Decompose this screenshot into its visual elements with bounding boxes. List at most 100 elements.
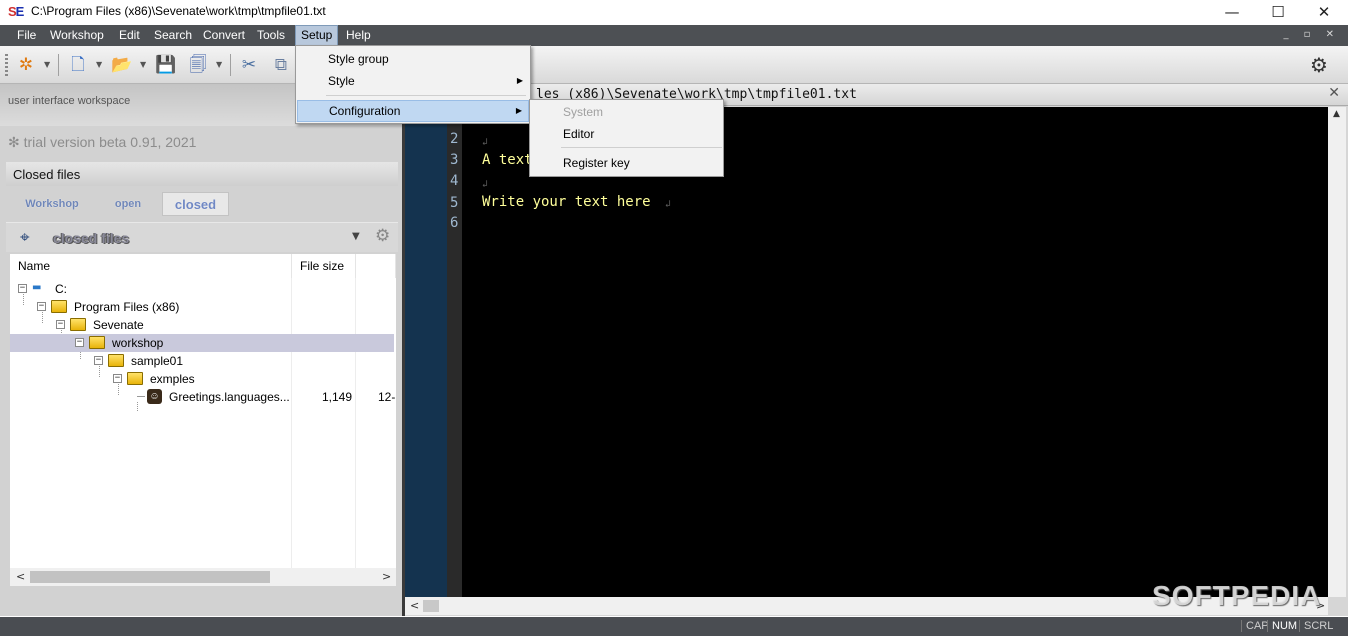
settings-gear-icon[interactable]: ⚙ — [1308, 54, 1330, 76]
tree-item-label: workshop — [112, 336, 164, 350]
open-folder-icon[interactable]: 📂 — [111, 54, 133, 76]
menu-item-style-group[interactable]: Style group — [297, 48, 529, 70]
closed-files-title: Closed files — [13, 167, 81, 182]
line-number: 2 — [450, 131, 459, 147]
file-tree: Name File size − ▬ C: − Program Files (x… — [10, 254, 396, 568]
tree-item-label: Program Files (x86) — [74, 300, 180, 314]
tree-item-label: Greetings.languages... — [169, 390, 290, 404]
menu-separator — [561, 147, 722, 148]
panel-dropdown-icon[interactable]: ▼ — [352, 231, 360, 242]
menu-item-style[interactable]: Style ▶ — [297, 70, 529, 92]
status-scrl: SCRL — [1299, 620, 1337, 632]
menu-tools[interactable]: Tools — [252, 25, 290, 46]
scroll-left-icon[interactable]: < — [16, 570, 25, 583]
menu-workshop[interactable]: Workshop — [45, 25, 109, 46]
tree-row-folder[interactable]: − Program Files (x86) — [10, 298, 394, 316]
menu-item-system: System — [563, 105, 604, 119]
panel-settings-icon[interactable]: ⚙ — [375, 226, 390, 246]
tree-row-folder[interactable]: − Sevenate — [10, 316, 394, 334]
toolbar-separator — [58, 54, 59, 76]
cut-icon[interactable]: ✂ — [238, 54, 260, 76]
folder-icon — [70, 318, 86, 331]
tree-row-folder[interactable]: − exmples — [10, 370, 394, 388]
tab-open[interactable]: open — [96, 192, 160, 216]
line-number: 4 — [450, 173, 459, 189]
status-num: NUM — [1267, 620, 1301, 632]
trial-version-text: ✻ trial version beta 0.91, 2021 — [8, 134, 197, 150]
drive-icon: ▬ — [32, 282, 42, 293]
editor-close-icon[interactable]: ✕ — [1328, 85, 1340, 101]
collapse-icon[interactable]: − — [37, 302, 46, 311]
scroll-thumb[interactable] — [30, 571, 270, 583]
tree-row-file[interactable]: ☺ Greetings.languages... 1,149 12- — [10, 388, 395, 406]
save-dropdown-icon[interactable]: ▼ — [216, 60, 224, 69]
scroll-right-icon[interactable]: > — [382, 570, 391, 583]
menu-setup[interactable]: Setup — [295, 25, 339, 46]
toolbar-grip[interactable] — [5, 54, 8, 76]
tree-item-label: Sevenate — [93, 318, 144, 332]
text-editor[interactable] — [462, 107, 1328, 597]
menu-item-register-key[interactable]: Register key — [531, 152, 722, 174]
save-all-icon[interactable]: 🗐 — [187, 54, 209, 76]
menu-help[interactable]: Help — [341, 25, 376, 46]
tree-item-label: sample01 — [131, 354, 184, 368]
open-dropdown-icon[interactable]: ▼ — [140, 60, 148, 69]
tree-horizontal-scrollbar[interactable]: < > — [10, 568, 396, 586]
workshop-dropdown-icon[interactable]: ▼ — [44, 60, 52, 69]
mdi-window-controls[interactable]: _ ▫ ✕ — [1283, 29, 1340, 40]
menu-search[interactable]: Search — [149, 25, 197, 46]
column-header-extra[interactable] — [356, 254, 396, 278]
tree-row-folder-selected[interactable]: − workshop — [10, 334, 394, 352]
collapse-icon[interactable]: − — [75, 338, 84, 347]
tree-row-folder[interactable]: − sample01 — [10, 352, 394, 370]
tab-workshop[interactable]: Workshop — [18, 192, 86, 216]
code-line: Write your text here — [482, 194, 651, 210]
minimize-button[interactable]: — — [1209, 0, 1255, 25]
scroll-up-icon[interactable]: ▲ — [1333, 109, 1340, 119]
line-number: 5 — [450, 195, 459, 211]
editor-vertical-scrollbar[interactable]: ▲ — [1328, 107, 1346, 597]
tree-item-label: exmples — [150, 372, 195, 386]
new-file-icon[interactable]: 🗋 — [67, 54, 89, 76]
left-panel: user interface workspace ✻ trial version… — [0, 84, 402, 616]
save-icon[interactable]: 💾 — [155, 54, 177, 76]
scroll-left-icon[interactable]: < — [410, 599, 419, 612]
eol-marker: ↲ — [665, 199, 672, 210]
tab-closed[interactable]: closed — [162, 192, 229, 216]
scroll-thumb[interactable] — [423, 600, 439, 612]
menu-convert[interactable]: Convert — [198, 25, 250, 46]
eol-marker: ↲ — [482, 179, 489, 190]
closed-files-header: Closed files — [6, 162, 398, 186]
line-number: 3 — [450, 152, 459, 168]
menu-item-label: Configuration — [329, 104, 401, 118]
menu-edit[interactable]: Edit — [114, 25, 145, 46]
watermark: SOFTPEDIA — [1152, 580, 1322, 611]
folder-icon — [108, 354, 124, 367]
menu-item-label: Style — [328, 74, 355, 88]
eol-marker: ↲ — [482, 137, 489, 148]
new-dropdown-icon[interactable]: ▼ — [96, 60, 104, 69]
copy-icon[interactable]: ⧉ — [270, 54, 292, 76]
submenu-arrow-icon: ▶ — [515, 106, 522, 115]
collapse-icon[interactable]: − — [94, 356, 103, 365]
tree-row-drive[interactable]: − ▬ C: — [10, 280, 394, 298]
file-size-cell: 1,149 — [322, 390, 353, 404]
menu-item-editor[interactable]: Editor — [531, 123, 722, 145]
folder-icon — [89, 336, 105, 349]
menu-separator — [326, 95, 526, 96]
workshop-icon[interactable]: ✲ — [15, 54, 37, 76]
menu-file[interactable]: File — [12, 25, 41, 46]
collapse-icon[interactable]: − — [113, 374, 122, 383]
collapse-icon[interactable]: − — [56, 320, 65, 329]
tree-item-label: C: — [55, 282, 67, 296]
close-button[interactable]: ✕ — [1301, 0, 1347, 25]
collapse-icon[interactable]: − — [18, 284, 27, 293]
status-bar: CAP NUM SCRL — [0, 617, 1348, 636]
column-header-name[interactable]: Name — [10, 254, 292, 278]
menu-item-configuration[interactable]: Configuration ▶ — [297, 100, 529, 122]
line-number: 6 — [450, 215, 459, 231]
submenu-arrow-icon: ▶ — [516, 76, 523, 85]
column-header-file-size[interactable]: File size — [292, 254, 356, 278]
app-logo-icon: SE — [8, 4, 24, 19]
maximize-button[interactable]: ☐ — [1255, 0, 1301, 25]
